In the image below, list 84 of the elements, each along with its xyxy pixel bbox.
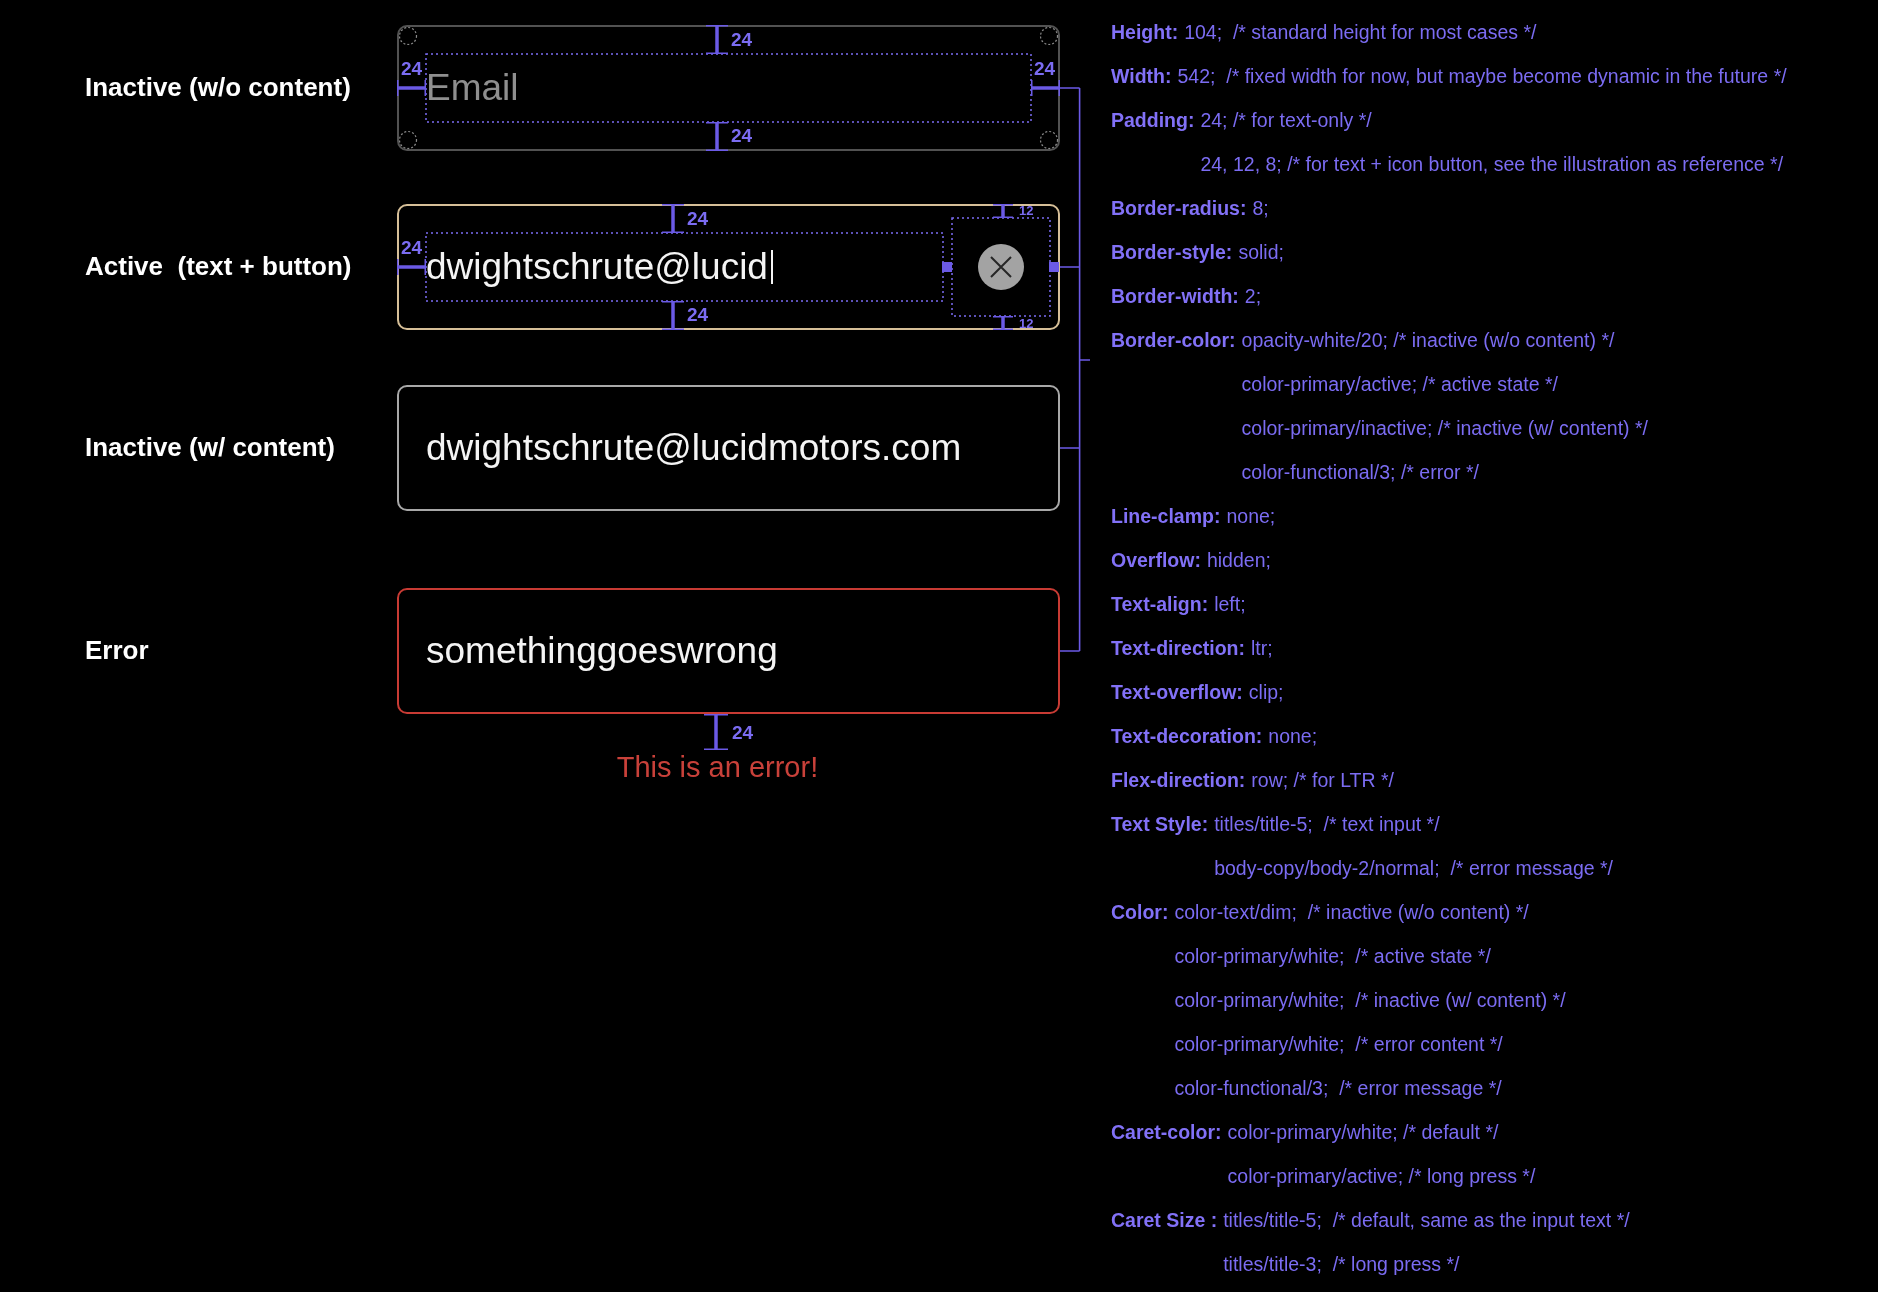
spec-property: Height:	[1111, 20, 1179, 45]
spec-value: color-primary/active; /* long press */	[1227, 1164, 1536, 1189]
spec-property: Border-width:	[1111, 284, 1239, 309]
spacing-label: 24	[401, 59, 423, 78]
spacing-label: 24	[732, 722, 754, 742]
spec-value: color-primary/white; /* error content */	[1174, 1032, 1504, 1057]
spacing-label: 24	[731, 126, 753, 145]
spacing-label: 24	[731, 30, 753, 49]
spec-value: opacity-white/20; /* inactive (w/o content) */	[1241, 328, 1616, 353]
spec-value: 24, 12, 8; /* for text + icon button, see the illustration as reference */	[1200, 152, 1784, 177]
spec-property: Color:	[1111, 900, 1169, 925]
spec-value: ltr;	[1251, 636, 1273, 661]
spacing-label: 12	[1019, 317, 1034, 330]
spacing-marker	[992, 204, 1014, 218]
spacing-marker	[397, 79, 426, 97]
spec-property: Text Style:	[1111, 812, 1209, 837]
spec-property: Text-decoration:	[1111, 724, 1263, 749]
spec-property: Text-direction:	[1111, 636, 1245, 661]
close-icon	[990, 256, 1012, 278]
spacing-marker	[705, 25, 729, 54]
gap-marker	[942, 262, 952, 272]
clear-button[interactable]	[978, 244, 1024, 290]
spacing-label: 24	[1034, 59, 1056, 78]
spec-value: color-functional/3; /* error */	[1241, 460, 1480, 485]
spec-property: Caret Size :	[1111, 1208, 1218, 1233]
spec-property: Flex-direction:	[1111, 768, 1246, 793]
spec-property: Line-clamp:	[1111, 504, 1221, 529]
spacing-label: 24	[401, 238, 423, 257]
field-value: dwightschrute@lucid	[426, 244, 768, 289]
error-message: This is an error!	[616, 750, 819, 784]
text-field[interactable]: dwightschrute@lucidmotors.com	[397, 385, 1060, 511]
spec-property: Overflow:	[1111, 548, 1201, 573]
spec-property: Border-style:	[1111, 240, 1233, 265]
spec-value: 8;	[1252, 196, 1269, 221]
spec-value: body-copy/body-2/normal; /* error message */	[1214, 856, 1614, 881]
spacing-marker	[397, 258, 426, 276]
text-field[interactable]: Email 24 24 24 24	[397, 25, 1060, 151]
spacing-marker	[1031, 79, 1060, 97]
field-value: somethinggoeswrong	[426, 628, 778, 673]
spec-value: none;	[1268, 724, 1318, 749]
spec-property: Width:	[1111, 64, 1172, 89]
spec-property: Text-align:	[1111, 592, 1209, 617]
spec-value: none;	[1226, 504, 1276, 529]
text-field[interactable]: somethinggoeswrong	[397, 588, 1060, 714]
spec-value: color-primary/white; /* inactive (w/ content) */	[1174, 988, 1566, 1013]
spec-property: Text-overflow:	[1111, 680, 1243, 705]
text-field[interactable]: dwightschrute@lucid 24 24 24 12 12	[397, 204, 1060, 330]
gap-marker	[1049, 262, 1059, 272]
spec-value: titles/title-5; /* text input */	[1214, 812, 1441, 837]
spec-value: 542; /* fixed width for now, but maybe become dynamic in the future */	[1177, 64, 1787, 89]
spec-value: 2;	[1244, 284, 1262, 309]
spec-value: color-primary/active; /* active state */	[1241, 372, 1560, 397]
spacing-label: 12	[1019, 204, 1034, 217]
spacing-label: 24	[687, 305, 709, 324]
field-value: dwightschrute@lucidmotors.com	[426, 425, 962, 470]
spec-value: hidden;	[1206, 548, 1271, 573]
spec-property: Border-color:	[1111, 328, 1236, 353]
spacing-marker	[661, 301, 685, 330]
spec-property: Padding:	[1111, 108, 1195, 133]
state-label: Inactive (w/ content)	[85, 432, 335, 464]
spec-property: Border-radius:	[1111, 196, 1247, 221]
spec-value: color-text/dim; /* inactive (w/o content) */	[1174, 900, 1530, 925]
spec-value: solid;	[1238, 240, 1284, 265]
spec-value: row; /* for LTR */	[1251, 768, 1395, 793]
spec-value: 104; /* standard height for most cases */	[1184, 20, 1537, 45]
spec-property: Caret-color:	[1111, 1120, 1222, 1145]
spacing-label: 24	[687, 209, 709, 228]
spec-value: 24; /* for text-only */	[1200, 108, 1373, 133]
state-label: Error	[85, 635, 149, 667]
spec-value: left;	[1214, 592, 1246, 617]
state-label: Inactive (w/o content)	[85, 72, 351, 104]
spec-value: titles/title-3; /* long press */	[1223, 1252, 1461, 1277]
spec-value: titles/title-5; /* default, same as the input text */	[1223, 1208, 1630, 1233]
spec-value: clip;	[1248, 680, 1284, 705]
spec-value: color-primary/white; /* active state */	[1174, 944, 1492, 969]
field-placeholder: Email	[426, 65, 519, 110]
spacing-marker	[661, 204, 685, 233]
spec-value: color-primary/white; /* default */	[1227, 1120, 1500, 1145]
spec-value: color-primary/inactive; /* inactive (w/ content) */	[1241, 416, 1648, 441]
spacing-marker	[992, 316, 1014, 330]
spacing-marker	[703, 714, 729, 750]
spacing-marker	[705, 122, 729, 151]
spec-value: color-functional/3; /* error message */	[1174, 1076, 1503, 1101]
state-label: Active (text + button)	[85, 251, 352, 283]
